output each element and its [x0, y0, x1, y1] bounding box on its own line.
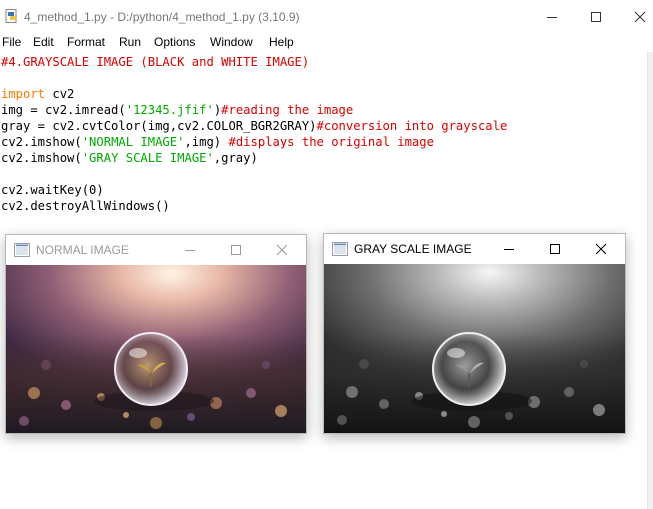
- string-literal: 'NORMAL IMAGE': [81, 135, 185, 149]
- code-text: cv2.imshow(: [1, 135, 82, 149]
- menu-run[interactable]: Run: [119, 35, 141, 49]
- code-line-7: cv2.imshow('GRAY SCALE IMAGE',gray): [1, 150, 258, 166]
- menu-window[interactable]: Window: [210, 35, 253, 49]
- minimize-button[interactable]: [486, 234, 532, 264]
- menu-help[interactable]: Help: [269, 35, 294, 49]
- keyword: import: [1, 87, 46, 101]
- editor-scrollbar[interactable]: [647, 52, 653, 509]
- maximize-button[interactable]: [532, 234, 578, 264]
- minimize-icon: [547, 16, 557, 18]
- title-bar: 4_method_1.py - D:/python/4_method_1.py …: [0, 0, 653, 33]
- code-text: ,img): [184, 135, 229, 149]
- window-icon: [332, 242, 348, 256]
- maximize-button[interactable]: [573, 0, 619, 33]
- comment: #4.GRAYSCALE IMAGE (BLACK and WHITE IMAG…: [1, 55, 310, 69]
- code-text: cv2.waitKey(0): [1, 183, 104, 197]
- bubble-color-photo: [6, 265, 306, 433]
- normal-image-title: NORMAL IMAGE: [36, 243, 129, 257]
- normal-image-title-bar[interactable]: NORMAL IMAGE: [6, 235, 306, 265]
- code-text: cv2.imshow(: [1, 151, 82, 165]
- code-text: cv2: [45, 87, 75, 101]
- comment: #displays the original image: [228, 135, 434, 149]
- python-file-icon: [5, 9, 17, 23]
- gray-scale-image-title: GRAY SCALE IMAGE: [354, 242, 472, 256]
- close-button[interactable]: [259, 235, 305, 265]
- menu-format[interactable]: Format: [67, 35, 105, 49]
- normal-image: [6, 265, 306, 433]
- code-text: gray = cv2.cvtColor(img,cv2.COLOR_BGR2GR…: [1, 119, 317, 133]
- close-icon: [595, 243, 607, 255]
- string-literal: 'GRAY SCALE IMAGE': [81, 151, 214, 165]
- string-literal: '12345.jfif': [125, 103, 214, 117]
- menu-bar: File Edit Format Run Options Window Help: [0, 33, 653, 52]
- code-text: ,gray): [213, 151, 258, 165]
- maximize-button[interactable]: [213, 235, 259, 265]
- menu-edit[interactable]: Edit: [33, 35, 54, 49]
- maximize-icon: [591, 11, 601, 22]
- code-line-10: cv2.destroyAllWindows(): [1, 198, 170, 214]
- menu-file[interactable]: File: [2, 35, 21, 49]
- close-icon: [634, 11, 646, 22]
- comment: #reading the image: [221, 103, 354, 117]
- window-icon: [14, 243, 30, 257]
- menu-options[interactable]: Options: [154, 35, 195, 49]
- minimize-icon: [504, 249, 514, 250]
- code-line-9: cv2.waitKey(0): [1, 182, 104, 198]
- minimize-button[interactable]: [529, 0, 575, 33]
- maximize-icon: [550, 244, 560, 254]
- close-button[interactable]: [617, 0, 653, 33]
- window-title: 4_method_1.py - D:/python/4_method_1.py …: [24, 10, 300, 24]
- gray-scale-image: [324, 264, 625, 433]
- comment: #conversion into grayscale: [316, 119, 508, 133]
- code-line-6: cv2.imshow('NORMAL IMAGE',img) #displays…: [1, 134, 434, 150]
- bubble-gray-photo: [324, 264, 625, 433]
- code-line-4: img = cv2.imread('12345.jfif')#reading t…: [1, 102, 353, 118]
- minimize-icon: [185, 250, 195, 251]
- code-line-1: #4.GRAYSCALE IMAGE (BLACK and WHITE IMAG…: [1, 54, 309, 70]
- code-line-3: import cv2: [1, 86, 74, 102]
- code-text: img = cv2.imread(: [1, 103, 126, 117]
- maximize-icon: [231, 245, 241, 255]
- gray-scale-image-window[interactable]: GRAY SCALE IMAGE: [323, 233, 626, 434]
- minimize-button[interactable]: [167, 235, 213, 265]
- close-icon: [276, 244, 288, 256]
- code-line-5: gray = cv2.cvtColor(img,cv2.COLOR_BGR2GR…: [1, 118, 507, 134]
- normal-image-window[interactable]: NORMAL IMAGE: [5, 234, 307, 434]
- gray-scale-image-title-bar[interactable]: GRAY SCALE IMAGE: [324, 234, 625, 264]
- code-text: cv2.destroyAllWindows(): [1, 199, 170, 213]
- close-button[interactable]: [578, 234, 624, 264]
